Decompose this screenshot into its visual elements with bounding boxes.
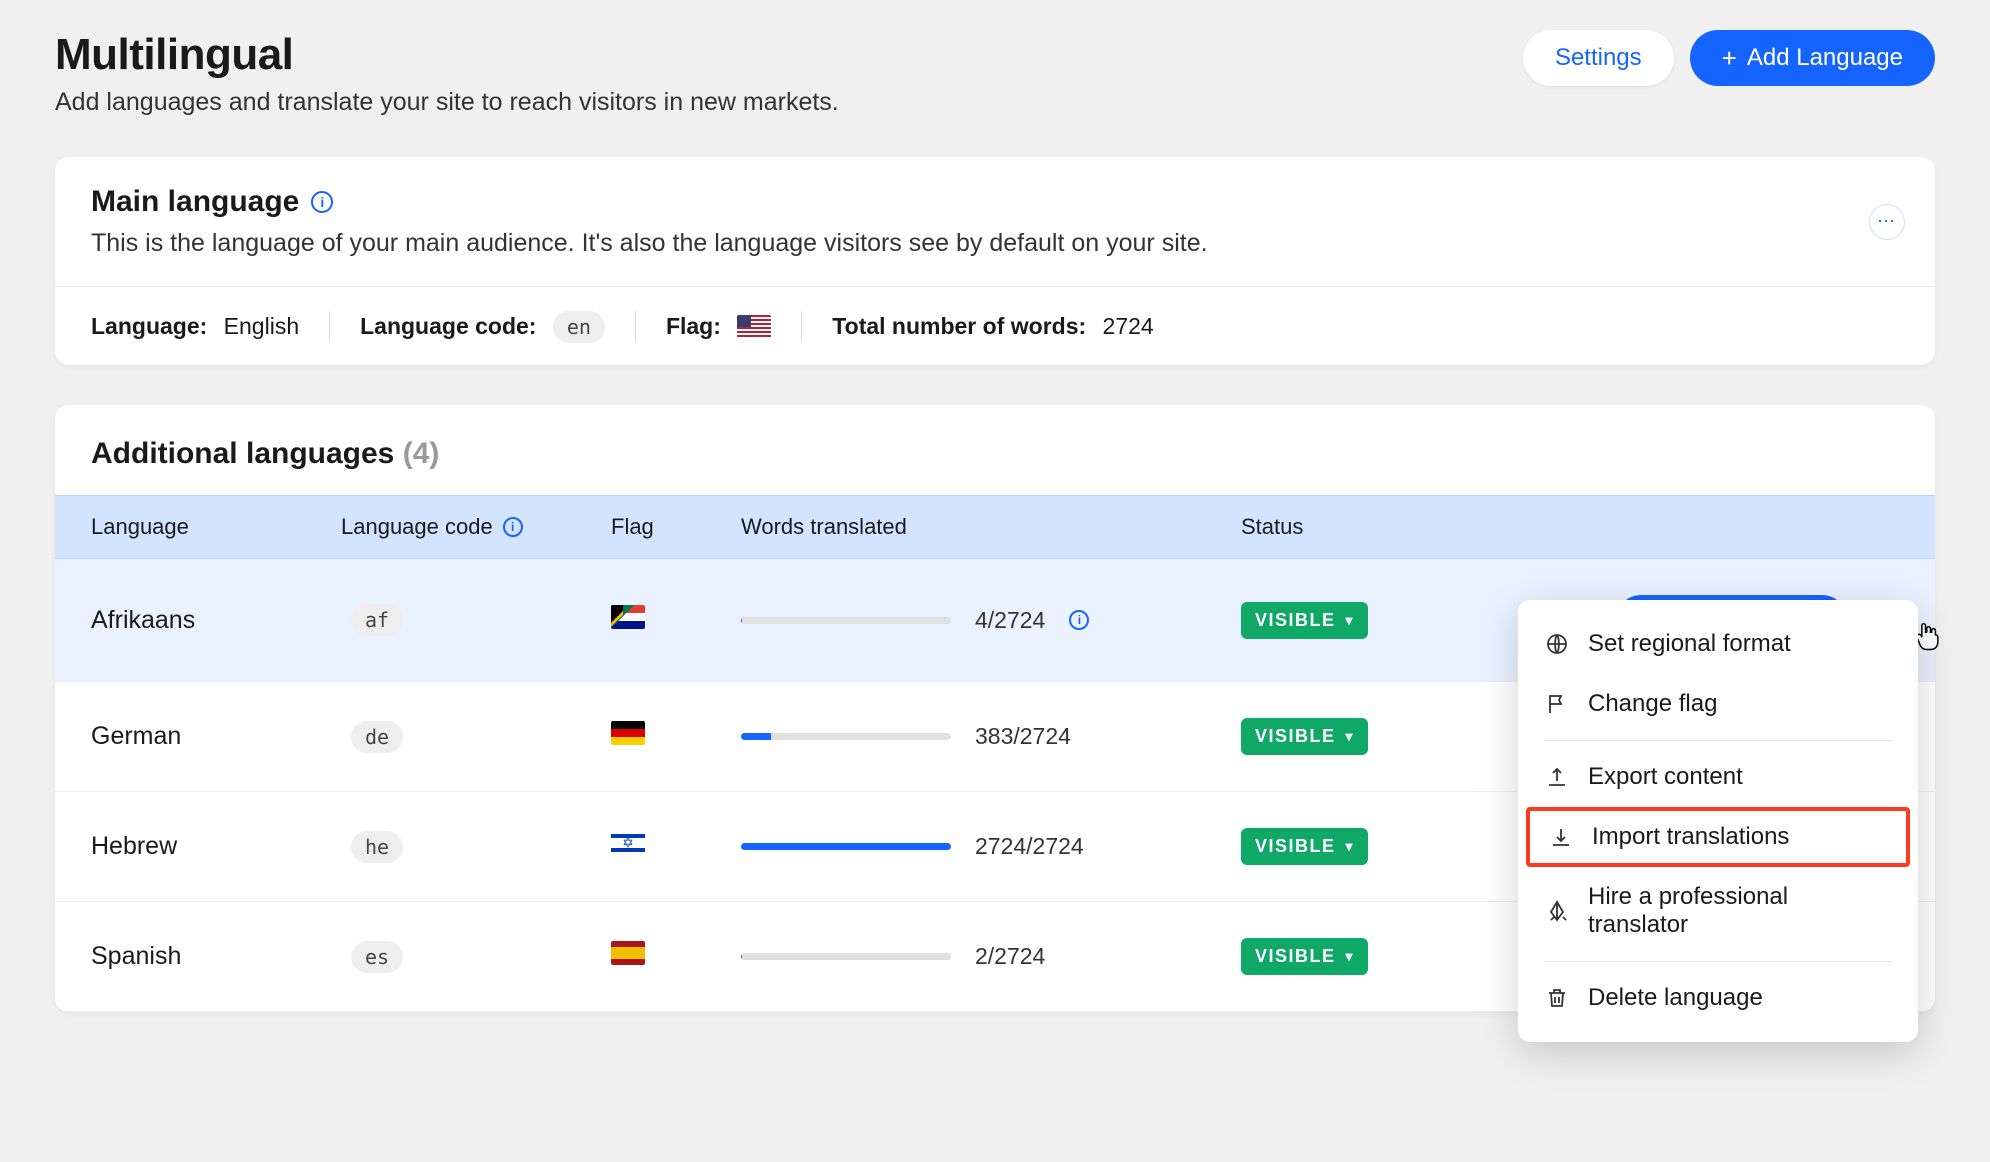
add-language-label: Add Language bbox=[1747, 44, 1903, 72]
label-total-words: Total number of words: bbox=[832, 313, 1086, 339]
progress-text: 2/2724 bbox=[975, 943, 1045, 970]
dropdown-item-import-translations[interactable]: Import translations bbox=[1526, 807, 1910, 867]
progress-bar bbox=[741, 953, 951, 960]
cell-language-name: Spanish bbox=[91, 942, 341, 971]
chevron-down-icon: ▾ bbox=[1346, 728, 1355, 745]
flag-de-icon bbox=[611, 721, 645, 745]
info-icon[interactable]: i bbox=[503, 517, 523, 537]
col-words-translated: Words translated bbox=[741, 514, 1241, 540]
status-badge[interactable]: VISIBLE▾ bbox=[1241, 602, 1368, 639]
dropdown-item-label: Change flag bbox=[1588, 690, 1717, 718]
flag-es-icon bbox=[611, 941, 645, 965]
col-language-code: Language code i bbox=[341, 514, 611, 540]
dropdown-item-hire-a-professional-translator[interactable]: Hire a professional translator bbox=[1518, 867, 1918, 955]
status-badge[interactable]: VISIBLE▾ bbox=[1241, 828, 1368, 865]
settings-button[interactable]: Settings bbox=[1523, 30, 1674, 86]
dropdown-item-label: Import translations bbox=[1592, 823, 1789, 851]
cell-language-name: Afrikaans bbox=[91, 606, 341, 635]
flag-il-icon bbox=[611, 831, 645, 855]
divider bbox=[635, 311, 636, 341]
row-actions-dropdown: Set regional format Change flag Export con… bbox=[1518, 600, 1918, 1042]
table-header-row: Language Language code i Flag Words tran… bbox=[55, 495, 1935, 559]
dropdown-item-export-content[interactable]: Export content bbox=[1518, 747, 1918, 807]
page-title: Multilingual bbox=[55, 30, 839, 80]
chevron-down-icon: ▾ bbox=[1346, 838, 1355, 855]
dropdown-item-set-regional-format[interactable]: Set regional format bbox=[1518, 614, 1918, 674]
additional-languages-heading: Additional languages (4) bbox=[55, 405, 1935, 495]
progress-bar bbox=[741, 617, 951, 624]
dropdown-item-label: Hire a professional translator bbox=[1588, 883, 1892, 939]
col-flag: Flag bbox=[611, 514, 741, 540]
chevron-down-icon: ▾ bbox=[1346, 948, 1355, 965]
chevron-down-icon: ▾ bbox=[1346, 612, 1355, 629]
cell-language-code: af bbox=[351, 604, 403, 636]
cell-language-name: Hebrew bbox=[91, 832, 341, 861]
divider bbox=[329, 311, 330, 341]
status-badge[interactable]: VISIBLE▾ bbox=[1241, 938, 1368, 975]
dropdown-item-label: Set regional format bbox=[1588, 630, 1791, 658]
value-total-words: 2724 bbox=[1103, 313, 1154, 339]
progress-bar bbox=[741, 843, 951, 850]
progress-bar bbox=[741, 733, 951, 740]
col-language: Language bbox=[91, 514, 341, 540]
cell-language-name: German bbox=[91, 722, 341, 751]
info-icon[interactable]: i bbox=[1069, 610, 1089, 630]
flag-icon bbox=[1544, 691, 1570, 717]
pen-icon bbox=[1544, 898, 1570, 924]
plus-icon: + bbox=[1722, 45, 1737, 71]
main-language-more-button[interactable]: ⋯ bbox=[1869, 204, 1905, 240]
flag-us-icon bbox=[737, 315, 771, 339]
trash-icon bbox=[1544, 985, 1570, 1011]
label-language: Language: bbox=[91, 313, 207, 339]
page-subtitle: Add languages and translate your site to… bbox=[55, 88, 839, 117]
main-language-description: This is the language of your main audien… bbox=[91, 229, 1899, 258]
label-flag: Flag: bbox=[666, 313, 721, 339]
cell-language-code: de bbox=[351, 721, 403, 753]
label-language-code: Language code: bbox=[360, 313, 536, 339]
col-status: Status bbox=[1241, 514, 1561, 540]
dropdown-item-label: Export content bbox=[1588, 763, 1743, 791]
value-language-code: en bbox=[553, 311, 605, 343]
cell-language-code: es bbox=[351, 941, 403, 973]
upload-icon bbox=[1544, 764, 1570, 790]
divider bbox=[801, 311, 802, 341]
dropdown-item-delete-language[interactable]: Delete language bbox=[1518, 968, 1918, 1028]
globe-icon bbox=[1544, 631, 1570, 657]
cell-language-code: he bbox=[351, 831, 403, 863]
main-language-heading: Main language i bbox=[91, 185, 333, 219]
status-badge[interactable]: VISIBLE▾ bbox=[1241, 718, 1368, 755]
dropdown-separator bbox=[1544, 961, 1892, 962]
progress-text: 4/2724 bbox=[975, 607, 1045, 634]
main-language-card: Main language i This is the language of … bbox=[55, 157, 1935, 365]
progress-text: 2724/2724 bbox=[975, 833, 1084, 860]
flag-sa-icon bbox=[611, 605, 645, 629]
download-icon bbox=[1548, 824, 1574, 850]
dropdown-item-change-flag[interactable]: Change flag bbox=[1518, 674, 1918, 734]
dropdown-separator bbox=[1544, 740, 1892, 741]
value-language: English bbox=[224, 313, 299, 339]
dropdown-item-label: Delete language bbox=[1588, 984, 1763, 1012]
info-icon[interactable]: i bbox=[311, 191, 333, 213]
add-language-button[interactable]: + Add Language bbox=[1690, 30, 1935, 86]
progress-text: 383/2724 bbox=[975, 723, 1071, 750]
